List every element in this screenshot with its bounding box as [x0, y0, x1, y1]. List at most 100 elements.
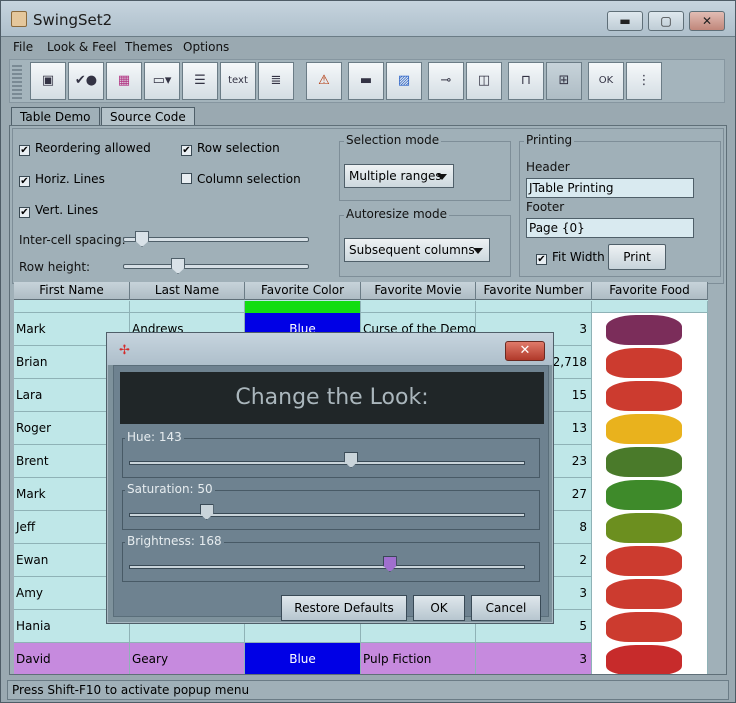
- food-cell[interactable]: [592, 577, 708, 610]
- cancel-button[interactable]: Cancel: [471, 595, 541, 621]
- food-cell[interactable]: [592, 412, 708, 445]
- food-image-icon: [606, 480, 682, 510]
- selection-mode-combobox[interactable]: Multiple ranges: [344, 164, 454, 188]
- print-button[interactable]: Print: [608, 244, 666, 270]
- table-cell[interactable]: [476, 301, 592, 313]
- vert-lines-label: Vert. Lines: [35, 203, 99, 217]
- restore-defaults-button[interactable]: Restore Defaults: [281, 595, 407, 621]
- row-selection-checkbox[interactable]: ✔ Row selection: [181, 141, 280, 156]
- column-selection-checkbox[interactable]: Column selection: [181, 172, 301, 186]
- ok-button[interactable]: OK: [413, 595, 465, 621]
- column-header-favorite-movie[interactable]: Favorite Movie: [361, 282, 476, 300]
- vert-lines-checkbox[interactable]: ✔ Vert. Lines: [19, 203, 98, 218]
- close-button[interactable]: ✕: [689, 11, 725, 31]
- row-height-thumb[interactable]: [171, 258, 185, 274]
- demo-toolbar: ▣ ✔● ▦ ▭▾ ☰ text ≣ ⚠ ▬ ▨ ⊸ ◫ ⊓ ⊞ OK ⋮: [9, 59, 725, 103]
- menu-file[interactable]: File: [13, 40, 33, 54]
- toolbar-grip[interactable]: [12, 63, 22, 99]
- intercell-spacing-thumb[interactable]: [135, 231, 149, 247]
- column-header-first-name[interactable]: First Name: [14, 282, 130, 300]
- food-cell[interactable]: [592, 511, 708, 544]
- menu-look-and-feel[interactable]: Look & Feel: [47, 40, 116, 54]
- food-image-icon: [606, 414, 682, 444]
- slider-demo-icon[interactable]: ⊸: [428, 62, 464, 100]
- tabbed-pane-icon[interactable]: ⊓: [508, 62, 544, 100]
- html-text-icon[interactable]: text: [220, 62, 256, 100]
- selection-mode-value: Multiple ranges: [349, 169, 442, 183]
- tooltip-demo-icon[interactable]: OK: [588, 62, 624, 100]
- horiz-lines-checkbox[interactable]: ✔ Horiz. Lines: [19, 172, 105, 187]
- header-label: Header: [526, 160, 570, 174]
- tab-table-demo[interactable]: Table Demo: [11, 107, 100, 126]
- food-cell[interactable]: [592, 445, 708, 478]
- fit-width-checkbox[interactable]: ✔ Fit Width: [536, 250, 605, 265]
- column-header-favorite-food[interactable]: Favorite Food: [592, 282, 708, 300]
- table-cell[interactable]: [592, 301, 708, 313]
- footer-field[interactable]: Page {0}: [526, 218, 694, 238]
- printing-group: Printing Header JTable Printing Footer P…: [519, 133, 721, 277]
- dialog-close-button[interactable]: ✕: [505, 341, 545, 361]
- brightness-thumb[interactable]: [382, 556, 397, 572]
- theme-icon: ✢: [119, 343, 130, 358]
- table-row[interactable]: [14, 301, 708, 313]
- chevron-down-icon: [437, 174, 447, 180]
- food-cell[interactable]: [592, 544, 708, 577]
- table-row[interactable]: David Geary Blue Pulp Fiction 3: [14, 643, 708, 674]
- food-cell[interactable]: [592, 643, 708, 674]
- row-height-label: Row height:: [19, 260, 91, 274]
- check-icon: ✔: [19, 207, 30, 218]
- check-icon: ✔: [181, 145, 192, 156]
- button-demo-icon[interactable]: ✔●: [68, 62, 104, 100]
- menu-themes[interactable]: Themes: [125, 40, 173, 54]
- intercell-spacing-slider[interactable]: [123, 237, 309, 242]
- menu-options[interactable]: Options: [183, 40, 229, 54]
- maximize-button[interactable]: ▢: [648, 11, 684, 31]
- table-cell[interactable]: David: [14, 643, 130, 674]
- row-height-slider[interactable]: [123, 264, 309, 269]
- food-cell[interactable]: [592, 346, 708, 379]
- table-demo-icon[interactable]: ⊞: [546, 62, 582, 100]
- table-cell[interactable]: Pulp Fiction: [361, 643, 476, 674]
- column-header-favorite-color[interactable]: Favorite Color: [245, 282, 361, 300]
- brightness-group: Brightness: 168: [122, 534, 540, 582]
- header-field[interactable]: JTable Printing: [526, 178, 694, 198]
- saturation-slider[interactable]: [129, 513, 525, 517]
- table-cell[interactable]: Geary: [130, 643, 245, 674]
- list-demo-icon[interactable]: ≣: [258, 62, 294, 100]
- hue-thumb[interactable]: [344, 452, 359, 468]
- saturation-thumb[interactable]: [199, 504, 214, 520]
- scroll-pane-icon[interactable]: ▨: [386, 62, 422, 100]
- check-icon: ✔: [536, 254, 547, 265]
- hue-slider[interactable]: [129, 461, 525, 465]
- color-cell[interactable]: [245, 301, 361, 313]
- column-header-last-name[interactable]: Last Name: [130, 282, 245, 300]
- table-cell[interactable]: [14, 301, 130, 313]
- food-cell[interactable]: [592, 610, 708, 643]
- food-cell[interactable]: [592, 313, 708, 346]
- minimize-button[interactable]: ▬: [607, 11, 643, 31]
- table-cell[interactable]: [130, 301, 245, 313]
- column-header-favorite-number[interactable]: Favorite Number: [476, 282, 592, 300]
- brightness-slider[interactable]: [129, 565, 525, 569]
- autoresize-combobox[interactable]: Subsequent columns: [344, 238, 490, 262]
- split-pane-icon[interactable]: ◫: [466, 62, 502, 100]
- option-pane-icon[interactable]: ⚠: [306, 62, 342, 100]
- tree-demo-icon[interactable]: ⋮: [626, 62, 662, 100]
- window-title: SwingSet2: [33, 11, 113, 29]
- tab-source-code[interactable]: Source Code: [101, 107, 195, 126]
- food-image-icon: [606, 381, 682, 411]
- reordering-checkbox[interactable]: ✔ Reordering allowed: [19, 141, 151, 156]
- progress-bar-icon[interactable]: ▬: [348, 62, 384, 100]
- internal-frame-demo-icon[interactable]: ▣: [30, 62, 66, 100]
- color-cell[interactable]: Blue: [245, 643, 361, 674]
- food-cell[interactable]: [592, 478, 708, 511]
- table-cell[interactable]: [361, 301, 476, 313]
- selection-mode-title: Selection mode: [344, 133, 442, 147]
- java-app-icon: [11, 11, 27, 27]
- file-chooser-icon[interactable]: ☰: [182, 62, 218, 100]
- color-chooser-icon[interactable]: ▦: [106, 62, 142, 100]
- combobox-demo-icon[interactable]: ▭▾: [144, 62, 180, 100]
- food-cell[interactable]: [592, 379, 708, 412]
- table-cell[interactable]: 3: [476, 643, 592, 674]
- food-image-icon: [606, 579, 682, 609]
